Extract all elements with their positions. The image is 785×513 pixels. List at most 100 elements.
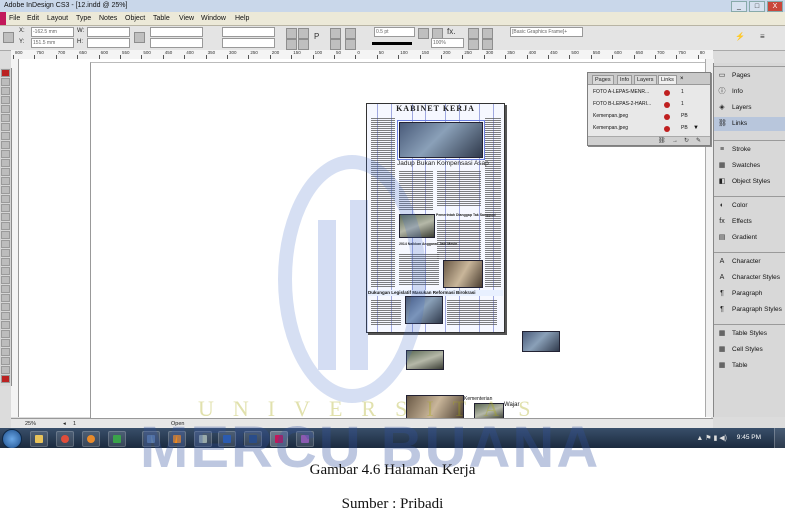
taskbar-photoshop-icon[interactable] — [244, 431, 262, 447]
update-link-icon[interactable]: ↻ — [684, 137, 689, 145]
tool-icon[interactable] — [1, 123, 10, 131]
rotate-ccw-icon[interactable] — [298, 28, 309, 39]
flip-h-icon[interactable] — [286, 39, 297, 50]
tab-pages[interactable]: Pages — [592, 75, 614, 84]
dock-item-cell-styles[interactable]: ▦ Cell Styles — [714, 343, 785, 357]
tool-icon[interactable] — [1, 321, 10, 329]
tool-icon[interactable] — [1, 267, 10, 275]
tool-icon[interactable] — [1, 348, 10, 356]
start-button[interactable] — [2, 429, 22, 448]
pasteboard-photo[interactable] — [406, 350, 444, 370]
rotate-field[interactable] — [222, 27, 275, 37]
dock-item-character[interactable]: A Character — [714, 255, 785, 269]
text-wrap-box-icon[interactable] — [482, 28, 493, 39]
tool-icon[interactable] — [1, 222, 10, 230]
dock-item-object-styles[interactable]: ◧ Object Styles — [714, 175, 785, 189]
vertical-ruler[interactable] — [11, 59, 19, 417]
dock-item-paragraph[interactable]: ¶ Paragraph — [714, 287, 785, 301]
tool-icon[interactable] — [1, 186, 10, 194]
select-next-icon[interactable] — [345, 28, 356, 39]
tool-icon[interactable] — [1, 204, 10, 212]
menu-notes[interactable]: Notes — [99, 12, 117, 25]
dock-item-layers[interactable]: ◈ Layers — [714, 101, 785, 115]
tool-icon[interactable] — [1, 69, 10, 77]
taskbar-app-icon[interactable] — [296, 431, 314, 447]
fit-frame-icon[interactable] — [418, 28, 429, 39]
w-field[interactable] — [87, 27, 130, 37]
tool-icon[interactable] — [1, 249, 10, 257]
maximize-button[interactable]: □ — [749, 1, 765, 12]
taskbar-indesign-icon[interactable] — [270, 431, 288, 447]
menu-table[interactable]: Table — [153, 12, 170, 25]
stroke-weight-field[interactable]: 0.5 pt — [374, 27, 415, 37]
minimize-button[interactable]: _ — [731, 1, 747, 12]
y-field[interactable]: 151.5 mm — [31, 38, 74, 48]
menu-edit[interactable]: Edit — [27, 12, 39, 25]
tool-icon[interactable] — [1, 258, 10, 266]
panel-menu-icon[interactable]: ≡ — [760, 32, 765, 41]
tool-icon[interactable] — [1, 105, 10, 113]
close-button[interactable]: X — [767, 1, 783, 12]
tool-icon[interactable] — [1, 213, 10, 221]
tool-icon[interactable] — [1, 141, 10, 149]
flip-v-icon[interactable] — [298, 39, 309, 50]
x-field[interactable]: -162.5 mm — [31, 27, 74, 37]
dock-item-gradient[interactable]: ▤ Gradient — [714, 231, 785, 245]
dock-item-stroke[interactable]: ≡ Stroke — [714, 143, 785, 157]
taskbar-app-icon[interactable] — [142, 431, 160, 447]
menu-help[interactable]: Help — [235, 12, 249, 25]
tool-icon[interactable] — [1, 168, 10, 176]
tool-icon[interactable] — [1, 177, 10, 185]
tab-info[interactable]: Info — [617, 75, 633, 84]
select-container-icon[interactable] — [345, 39, 356, 50]
tool-icon[interactable] — [1, 294, 10, 302]
dock-item-color[interactable]: ◐ Color — [714, 199, 785, 213]
dock-item-character-styles[interactable]: A Character Styles — [714, 271, 785, 285]
edit-original-icon[interactable]: ✎ — [696, 137, 701, 145]
tool-icon[interactable] — [1, 276, 10, 284]
menu-window[interactable]: Window — [201, 12, 226, 25]
goto-link-icon[interactable]: → — [672, 137, 678, 145]
tool-icon[interactable] — [1, 150, 10, 158]
dock-item-swatches[interactable]: ▦ Swatches — [714, 159, 785, 173]
tool-icon[interactable] — [1, 339, 10, 347]
text-wrap-jump-icon[interactable] — [482, 39, 493, 50]
tool-icon[interactable] — [1, 231, 10, 239]
tool-icon[interactable] — [1, 195, 10, 203]
photo-3[interactable] — [443, 260, 483, 288]
stroke-type-swatch[interactable] — [372, 42, 412, 45]
dock-item-paragraph-styles[interactable]: ¶ Paragraph Styles — [714, 303, 785, 317]
tool-icon[interactable] — [1, 285, 10, 293]
lightning-icon[interactable]: ⚡ — [735, 32, 745, 41]
reference-point-icon[interactable] — [3, 32, 14, 43]
select-content-icon[interactable] — [330, 28, 341, 39]
taskbar-chrome-icon[interactable] — [56, 431, 74, 447]
tool-icon[interactable] — [1, 114, 10, 122]
photo-4[interactable] — [405, 296, 443, 324]
link-item[interactable]: Kemenpan.jpeg PB ▼ — [593, 124, 705, 133]
rotate-cw-icon[interactable] — [286, 28, 297, 39]
tool-icon[interactable] — [1, 240, 10, 248]
tool-icon[interactable] — [1, 303, 10, 311]
photo-2[interactable] — [399, 214, 435, 238]
link-item[interactable]: FOTO A-LEPAS-MENR... 1 — [593, 88, 705, 97]
taskbar-explorer-icon[interactable] — [30, 431, 48, 447]
system-tray[interactable]: ▲ ⚑ ▮ ◀) — [696, 434, 727, 442]
link-item[interactable]: Kemenpan.jpeg PB — [593, 112, 705, 121]
tab-links[interactable]: Links — [658, 75, 677, 84]
menu-object[interactable]: Object — [125, 12, 145, 25]
show-desktop-button[interactable] — [774, 428, 785, 448]
dock-item-table[interactable]: ▦ Table — [714, 359, 785, 373]
p-icon[interactable]: P — [314, 32, 319, 41]
fx-icon[interactable]: fx. — [447, 27, 455, 36]
taskbar-firefox-icon[interactable] — [82, 431, 100, 447]
menu-layout[interactable]: Layout — [47, 12, 68, 25]
taskbar-vlc-icon[interactable] — [168, 431, 186, 447]
document-page[interactable]: KABINET KERJA Jadup Bukan Kompensasi Asa… — [366, 103, 505, 333]
tool-icon[interactable] — [1, 78, 10, 86]
scale-x-field[interactable] — [150, 27, 203, 37]
menu-type[interactable]: Type — [76, 12, 91, 25]
text-wrap-none-icon[interactable] — [468, 28, 479, 39]
tool-icon[interactable] — [1, 375, 10, 383]
close-tab-icon[interactable]: × — [680, 75, 684, 84]
